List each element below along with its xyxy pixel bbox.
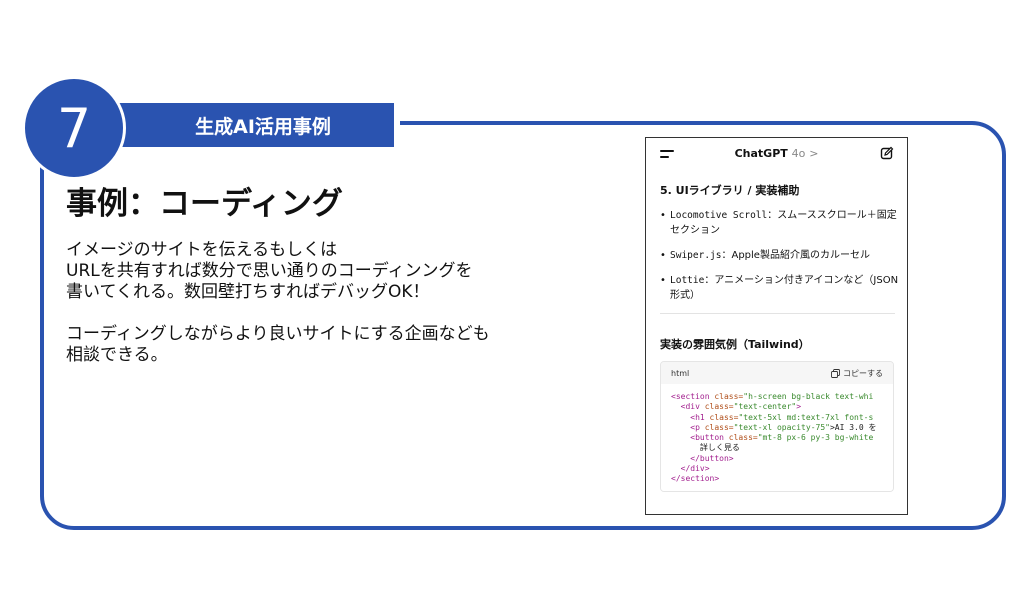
model-selector[interactable]: ChatGPT 4o >	[646, 147, 907, 160]
code-language: html	[671, 368, 690, 378]
list-item: • Locomotive Scroll：スムーススクロール＋固定セクション	[660, 208, 900, 238]
copy-icon	[831, 368, 840, 378]
library-list: • Locomotive Scroll：スムーススクロール＋固定セクション • …	[660, 208, 900, 303]
divider	[660, 313, 895, 314]
model-name: 4o	[791, 147, 806, 160]
chatgpt-screenshot: ChatGPT 4o > 5. UIライブラリ / 実装補助 • Locomot…	[645, 137, 908, 515]
code-line: <p class="text-xl opacity-75">AI 3.0 を	[671, 422, 877, 432]
page-title: 事例：コーディング	[66, 186, 343, 222]
list-item: • Swiper.js：Apple製品紹介風のカルーセル	[660, 248, 900, 263]
description-line: 相談できる。	[66, 345, 168, 365]
code-line: <section class="h-screen bg-black text-w…	[671, 392, 874, 401]
code-line: </section>	[671, 474, 720, 484]
section-label: 生成AI活用事例	[114, 103, 394, 147]
code-line: </div>	[671, 464, 710, 474]
copy-button[interactable]: コピーする	[831, 368, 883, 379]
description-line: イメージのサイトを伝えるもしくは	[66, 240, 338, 260]
chat-header: ChatGPT 4o >	[646, 138, 907, 172]
code-line: <div class="text-center">	[671, 402, 802, 412]
library-desc: ：アニメーション付きアイコンなど（JSON形式）	[670, 275, 899, 301]
list-item: • Lottie：アニメーション付きアイコンなど（JSON形式）	[660, 273, 900, 303]
code-line: </button>	[671, 453, 734, 463]
code-block: html コピーする <section class="h-screen bg-b…	[660, 361, 894, 492]
library-name: Locomotive Scroll	[670, 210, 768, 221]
bullet: •	[660, 250, 666, 261]
bullet: •	[660, 210, 666, 221]
description: イメージのサイトを伝えるもしくは URLを共有すれば数分で思い通りのコーディンン…	[66, 240, 586, 366]
description-line: 書いてくれる。数回壁打ちすればデバッグOK！	[66, 282, 430, 302]
example-title: 実装の雰囲気例（Tailwind）	[660, 338, 810, 351]
bullet: •	[660, 275, 666, 286]
code-block-header: html コピーする	[661, 362, 893, 384]
description-line: URLを共有すれば数分で思い通りのコーディンングを	[66, 261, 473, 281]
chat-message: 5. UIライブラリ / 実装補助 • Locomotive Scroll：スム…	[660, 182, 900, 492]
section-number-badge: 7	[22, 76, 126, 180]
library-name: Lottie	[670, 275, 705, 286]
library-name: Swiper.js	[670, 250, 722, 261]
copy-label: コピーする	[843, 368, 883, 378]
code-content: <section class="h-screen bg-black text-w…	[661, 384, 893, 491]
library-desc: ：Apple製品紹介風のカルーセル	[721, 250, 870, 261]
app-title: ChatGPT	[734, 147, 788, 160]
code-line: <button class="mt-8 px-6 py-3 bg-white	[671, 433, 874, 443]
new-chat-icon[interactable]	[880, 146, 894, 160]
code-line: 詳しく見る	[699, 443, 740, 453]
description-line: コーディングしながらより良いサイトにする企画なども	[66, 324, 490, 344]
code-line: <h1 class="text-5xl md:text-7xl font-s	[671, 412, 874, 422]
ui-library-title: 5. UIライブラリ / 実装補助	[660, 184, 800, 197]
chevron-right-icon: >	[809, 147, 819, 160]
